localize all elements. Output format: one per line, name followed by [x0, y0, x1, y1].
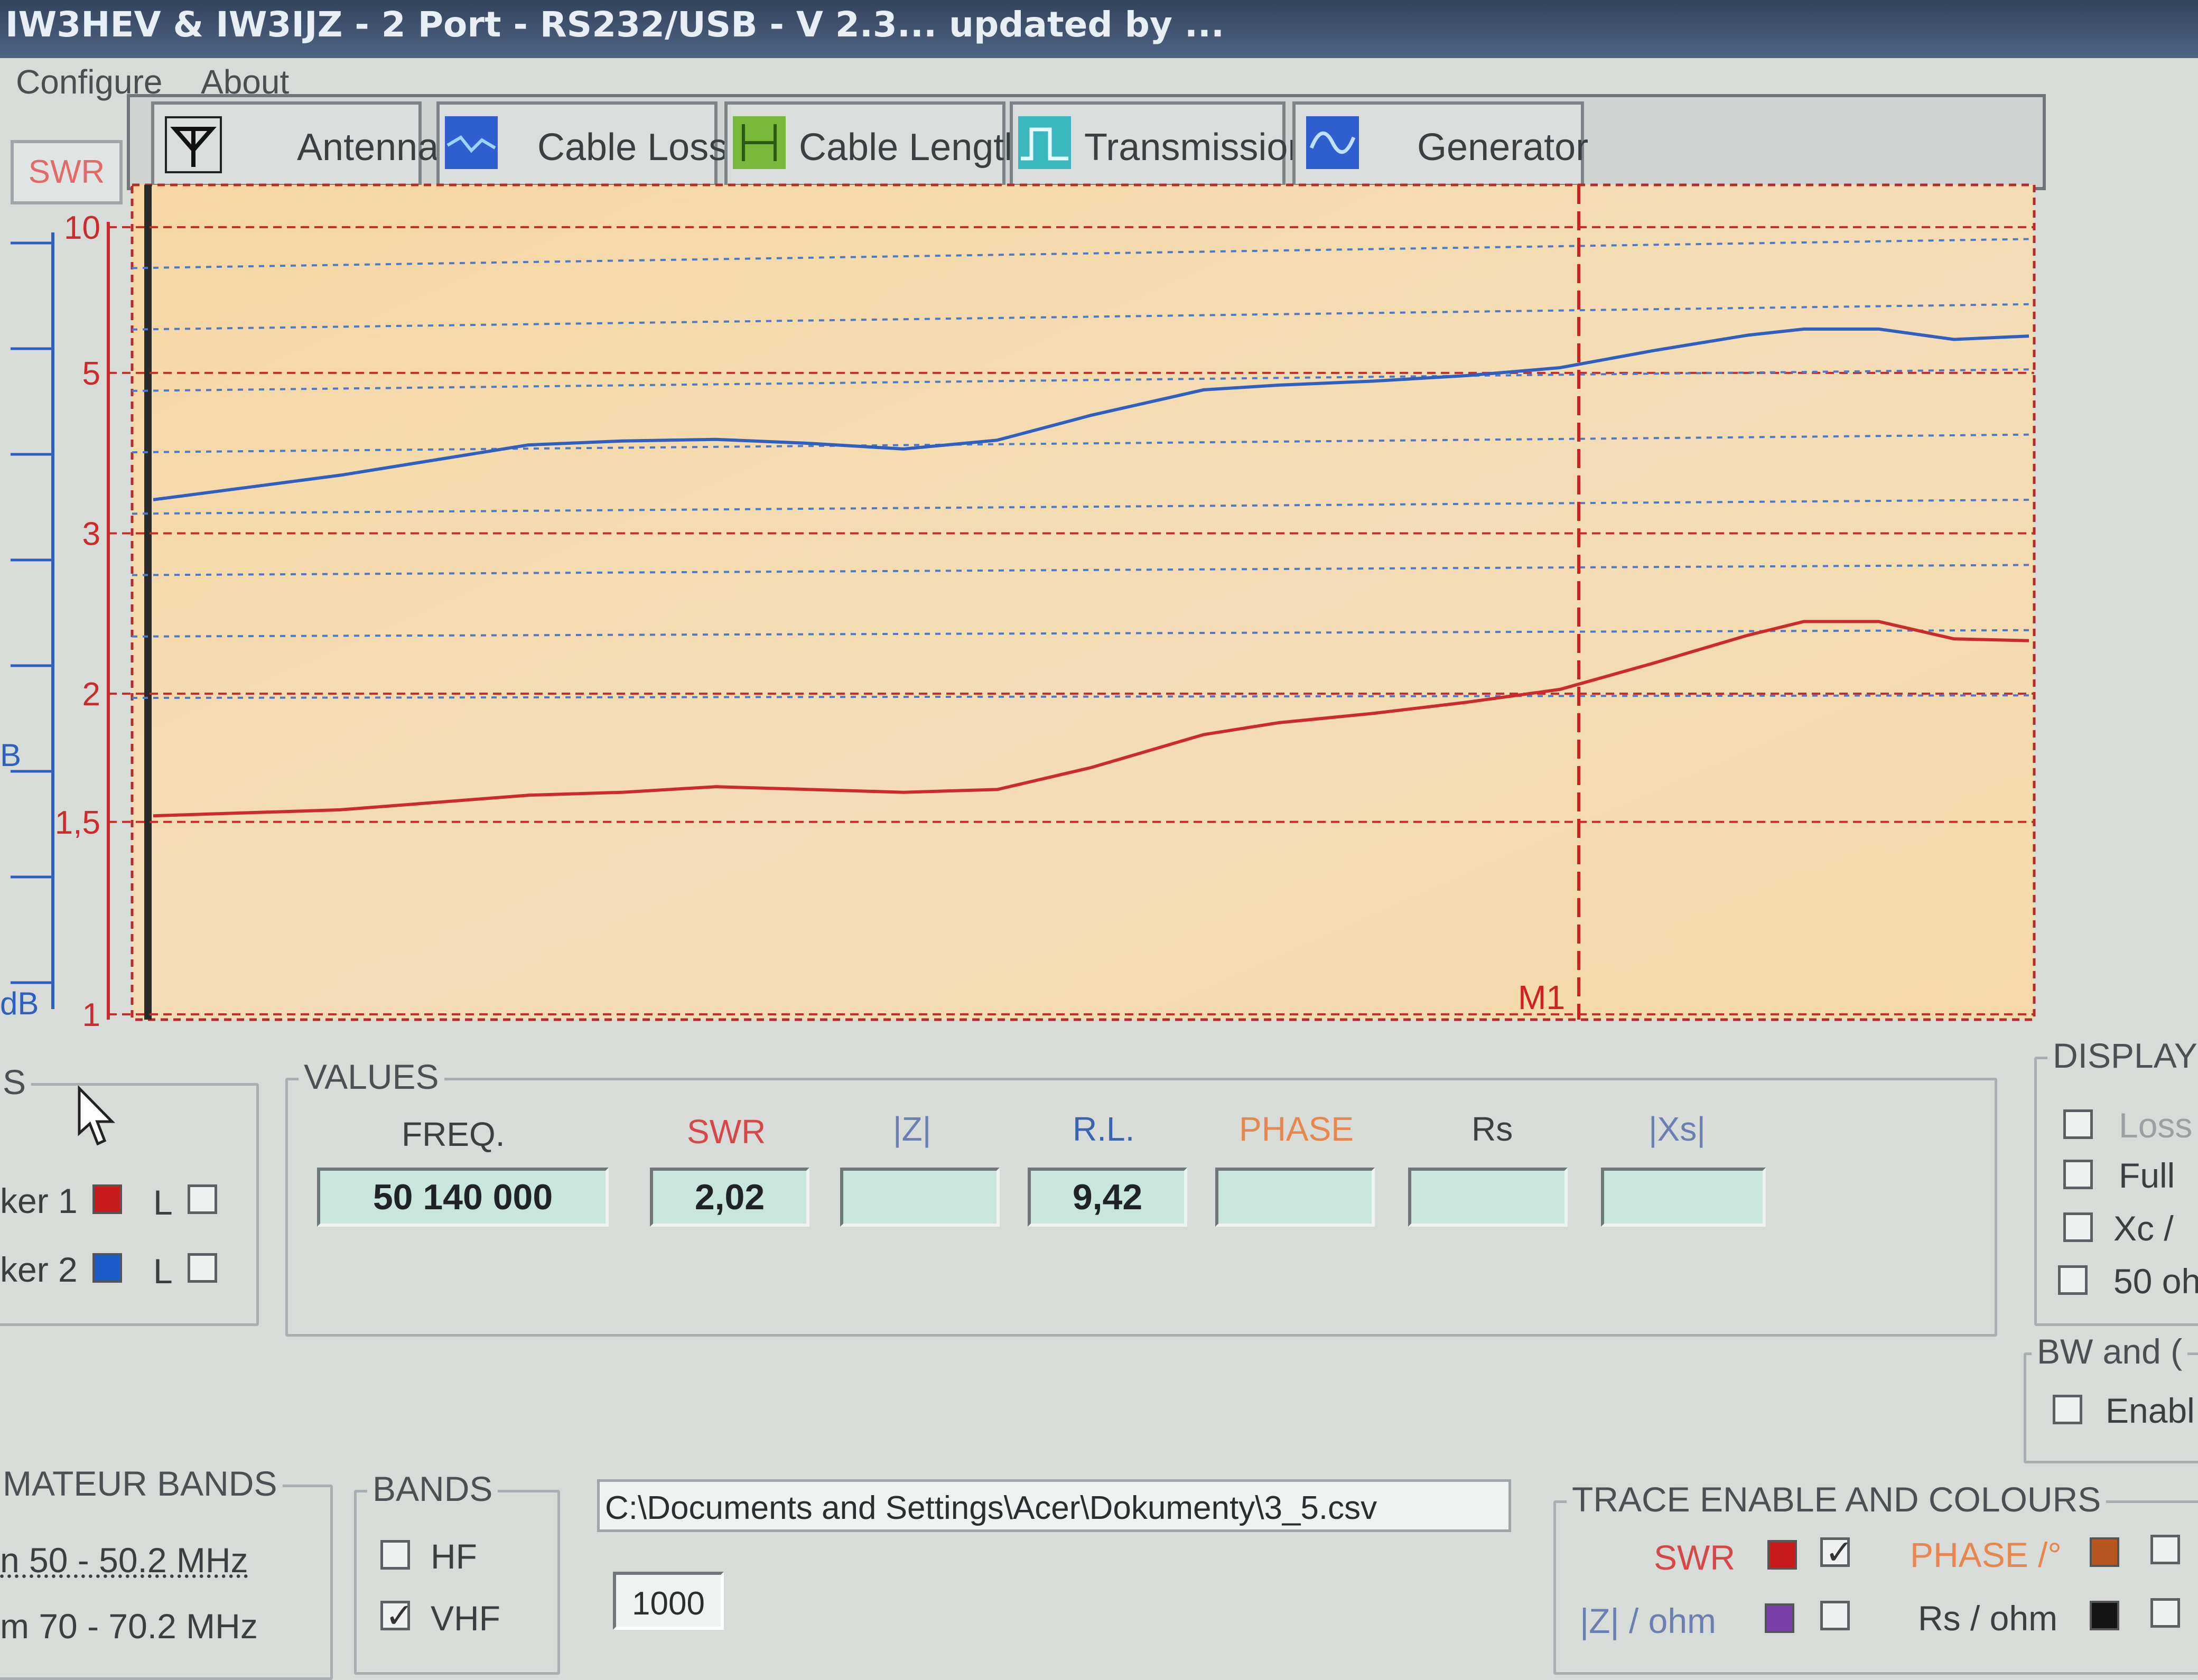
- generator-icon: [1306, 116, 1359, 169]
- amateur-bands-title: MATEUR BANDS: [0, 1463, 283, 1504]
- xs-field[interactable]: [1601, 1168, 1766, 1227]
- antenna-icon: [165, 116, 222, 173]
- marker1-l-checkbox[interactable]: [188, 1184, 217, 1214]
- phase-field[interactable]: [1215, 1168, 1375, 1227]
- vhf-checkbox[interactable]: [380, 1596, 414, 1636]
- z-header: |Z|: [893, 1110, 932, 1148]
- db-label-bottom: dB: [0, 986, 39, 1021]
- swr-tick-label: 2: [82, 676, 100, 713]
- swr-tick-labels: 10 5 3 2 1,5 1: [55, 210, 100, 1033]
- bw-enable-label: Enabl: [2106, 1391, 2195, 1430]
- trace-phase-checkbox[interactable]: [2150, 1535, 2180, 1564]
- swr-chart: 10 5 3 2 1,5 1 M1 B dB: [0, 183, 2036, 1033]
- swr-tick-label: 3: [82, 516, 100, 552]
- trace-z-color-swatch[interactable]: [1765, 1603, 1794, 1633]
- window-title-bar: IW3HEV & IW3IJZ - 2 Port - RS232/USB - V…: [0, 0, 2198, 58]
- trace-phase-color-swatch[interactable]: [2090, 1537, 2119, 1567]
- swr-tick-label: 1: [82, 997, 100, 1033]
- bands-group: BANDS: [354, 1469, 560, 1675]
- full-checkbox[interactable]: [2063, 1160, 2093, 1189]
- values-group-title: VALUES: [299, 1057, 444, 1097]
- rl-field[interactable]: 9,42: [1028, 1168, 1187, 1227]
- vhf-label: VHF: [431, 1599, 500, 1638]
- plot-area: [131, 183, 2036, 1021]
- trace-phase-label: PHASE /°: [1910, 1535, 2062, 1574]
- db-label: B: [0, 738, 21, 773]
- full-label: Full: [2119, 1156, 2175, 1195]
- trace-rs-label: Rs / ohm: [1918, 1599, 2058, 1638]
- ohm50-label: 50 oh: [2113, 1262, 2198, 1301]
- freq-header: FREQ.: [402, 1115, 505, 1153]
- swr-field[interactable]: 2,02: [650, 1168, 809, 1227]
- trace-rs-checkbox[interactable]: [2150, 1598, 2180, 1628]
- transmission-icon: [1018, 116, 1071, 169]
- file-path-field[interactable]: C:\Documents and Settings\Acer\Dokumenty…: [597, 1479, 1511, 1532]
- swr-tick-label: 1,5: [55, 805, 100, 841]
- db-axis-ticks: [11, 241, 53, 984]
- rs-field[interactable]: [1408, 1168, 1568, 1227]
- trace-swr-label: SWR: [1654, 1538, 1735, 1577]
- freq-field[interactable]: 50 140 000: [317, 1168, 609, 1227]
- bw-enable-checkbox[interactable]: [2053, 1395, 2082, 1424]
- trace-z-label: |Z| / ohm: [1580, 1601, 1717, 1640]
- rs-header: Rs: [1471, 1110, 1513, 1148]
- amateur-bands-group: MATEUR BANDS: [0, 1463, 333, 1680]
- marker1-l-label: L: [153, 1183, 173, 1222]
- steps-field[interactable]: 1000: [613, 1572, 724, 1630]
- marker2-color-swatch[interactable]: [92, 1253, 122, 1283]
- trace-enable-title: TRACE ENABLE AND COLOURS: [1567, 1479, 2107, 1519]
- swr-tick-label: 10: [64, 210, 100, 246]
- z-field[interactable]: [840, 1168, 1000, 1227]
- swr-tick-label: 5: [82, 356, 100, 392]
- loss-label: Loss: [2119, 1106, 2193, 1145]
- trace-z-checkbox[interactable]: [1820, 1601, 1850, 1630]
- tab-antenna-label: Antenna: [297, 126, 439, 169]
- loss-checkbox[interactable]: [2063, 1109, 2093, 1139]
- marker1-label: ker 1: [0, 1181, 78, 1220]
- tab-transmission-label: Transmission: [1084, 126, 1309, 169]
- cable-length-icon: [733, 116, 786, 169]
- swr-header: SWR: [687, 1113, 766, 1151]
- trace-swr-checkbox[interactable]: [1820, 1533, 1854, 1572]
- bw-group-title: BW and (: [2032, 1331, 2188, 1371]
- trace-enable-group: TRACE ENABLE AND COLOURS: [1553, 1479, 2198, 1675]
- band-70mhz-item[interactable]: m 70 - 70.2 MHz: [0, 1606, 258, 1646]
- marker2-label: ker 2: [0, 1250, 78, 1289]
- display-group-title: DISPLAY: [2047, 1035, 2198, 1076]
- ohm50-checkbox[interactable]: [2058, 1265, 2088, 1295]
- cable-loss-icon: [445, 116, 498, 169]
- xs-header: |Xs|: [1648, 1110, 1706, 1148]
- trace-rs-color-swatch[interactable]: [2090, 1601, 2119, 1630]
- phase-header: PHASE: [1239, 1110, 1354, 1148]
- xc-label: Xc /: [2113, 1209, 2174, 1248]
- marker-m1-label: M1: [1518, 978, 1565, 1016]
- marker2-l-checkbox[interactable]: [188, 1253, 217, 1283]
- xc-checkbox[interactable]: [2063, 1212, 2093, 1242]
- window-title: IW3HEV & IW3IJZ - 2 Port - RS232/USB - V…: [5, 4, 1225, 45]
- bands-group-title: BANDS: [367, 1469, 498, 1509]
- tab-generator-label: Generator: [1417, 126, 1589, 169]
- marker1-color-swatch[interactable]: [92, 1184, 122, 1214]
- rl-header: R.L.: [1073, 1110, 1135, 1148]
- markers-group-title: S: [0, 1062, 32, 1102]
- marker2-l-label: L: [153, 1252, 173, 1291]
- hf-label: HF: [431, 1537, 477, 1576]
- tab-cable-length-label: Cable Length: [799, 126, 1026, 169]
- band-50mhz-item[interactable]: n 50 - 50.2 MHz: [0, 1540, 248, 1580]
- mouse-cursor-icon: [74, 1085, 115, 1146]
- hf-checkbox[interactable]: [380, 1540, 410, 1570]
- trace-swr-color-swatch[interactable]: [1767, 1540, 1797, 1570]
- tab-cable-loss-label: Cable Loss: [537, 126, 728, 169]
